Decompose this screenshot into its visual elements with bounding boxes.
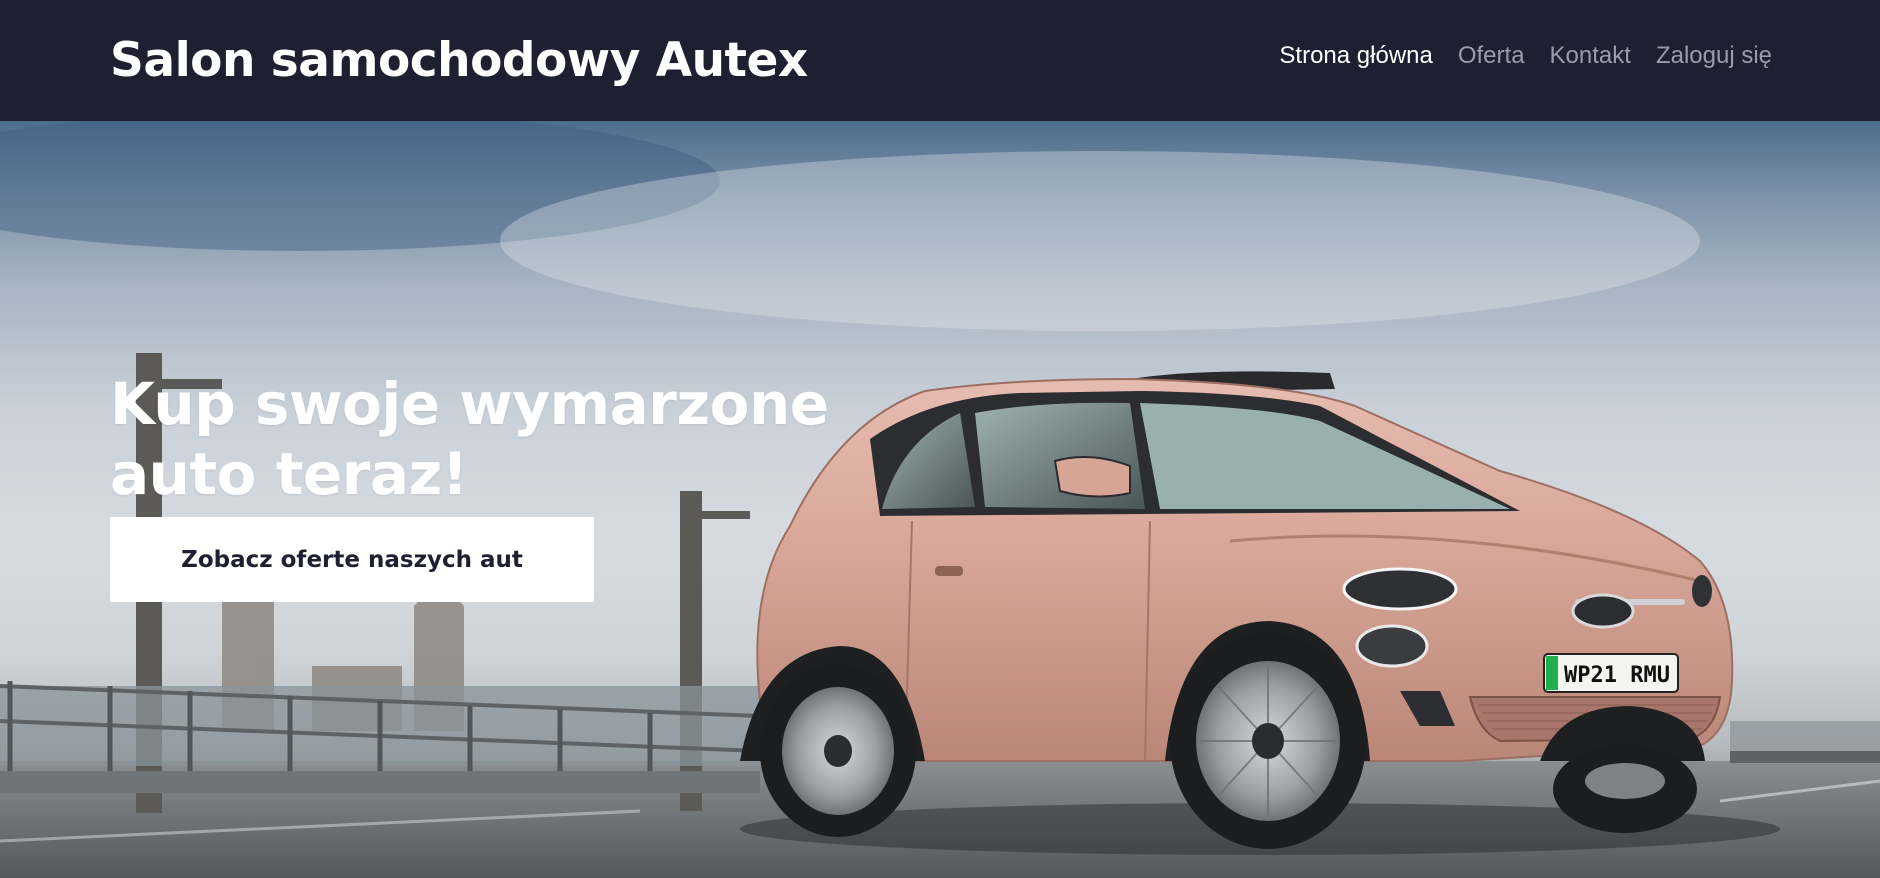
site-header: Salon samochodowy Autex Strona główna Of…: [0, 0, 1880, 121]
nav-contact-link[interactable]: Kontakt: [1550, 42, 1631, 70]
nav-login-link[interactable]: Zaloguj się: [1656, 42, 1772, 70]
license-plate-text: WP21 RMU: [1564, 663, 1670, 688]
nav-home-link[interactable]: Strona główna: [1279, 42, 1432, 70]
main-nav: Strona główna Oferta Kontakt Zaloguj się: [1279, 42, 1772, 70]
nav-offer-link[interactable]: Oferta: [1458, 42, 1525, 70]
view-offer-button[interactable]: Zobacz oferte naszych aut: [110, 517, 594, 602]
hero-headline: Kup swoje wymarzone auto teraz!: [110, 370, 829, 508]
hero-section: WP21 RMU Kup swoje wymarzone auto teraz!…: [0, 121, 1880, 878]
brand-logo-link[interactable]: Salon samochodowy Autex: [110, 33, 808, 88]
